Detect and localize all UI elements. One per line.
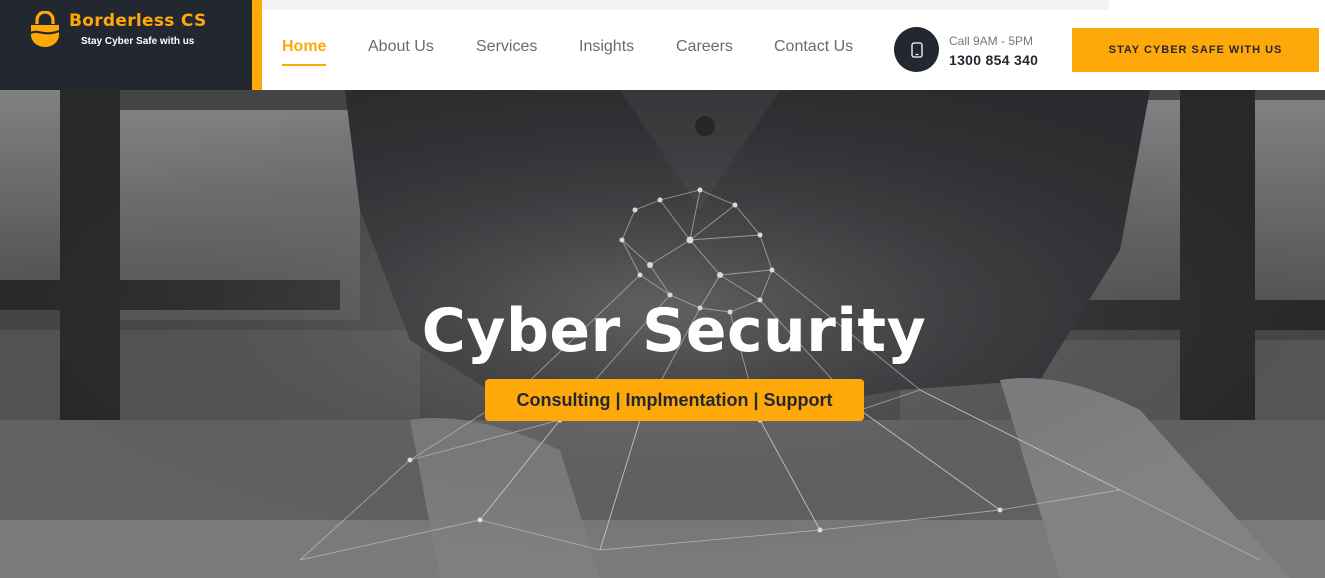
nav-item-label: Careers	[676, 38, 733, 55]
site-header: Borderless CS Stay Cyber Safe with us Ho…	[0, 0, 1325, 90]
nav-item-services[interactable]: Services	[476, 38, 537, 56]
nav-item-insights[interactable]: Insights	[579, 38, 634, 56]
nav-item-label: Insights	[579, 38, 635, 55]
phone-number-link[interactable]: 1300 854 340	[949, 52, 1038, 68]
brand-tagline: Stay Cyber Safe with us	[81, 36, 195, 47]
hero-subtitle-badge: Consulting | Implmentation | Support	[485, 379, 864, 421]
header-top-strip	[262, 0, 1109, 10]
nav-item-contact-us[interactable]: Contact Us	[774, 38, 853, 56]
nav-item-label: Services	[476, 38, 538, 55]
nav-item-label: Home	[282, 38, 327, 55]
hero-section: Cyber Security Consulting | Implmentatio…	[0, 90, 1325, 578]
phone-icon	[910, 41, 923, 58]
nav-item-home[interactable]: Home	[282, 38, 327, 66]
nav-item-careers[interactable]: Careers	[676, 38, 733, 56]
phone-button[interactable]	[894, 27, 939, 72]
nav-item-label: Contact Us	[774, 38, 854, 55]
brand-name: Borderless CS	[69, 11, 207, 31]
shield-wave-icon	[30, 11, 60, 47]
logo-block[interactable]: Borderless CS Stay Cyber Safe with us	[0, 0, 252, 90]
stay-cyber-safe-button[interactable]: STAY CYBER SAFE WITH US	[1072, 28, 1319, 72]
nav-item-about-us[interactable]: About Us	[368, 38, 434, 56]
logo-accent-bar	[252, 0, 262, 90]
call-hours: Call 9AM - 5PM	[949, 34, 1034, 48]
nav-item-label: About Us	[368, 38, 434, 55]
hero-title: Cyber Security	[421, 296, 927, 366]
active-nav-underline	[282, 64, 327, 66]
